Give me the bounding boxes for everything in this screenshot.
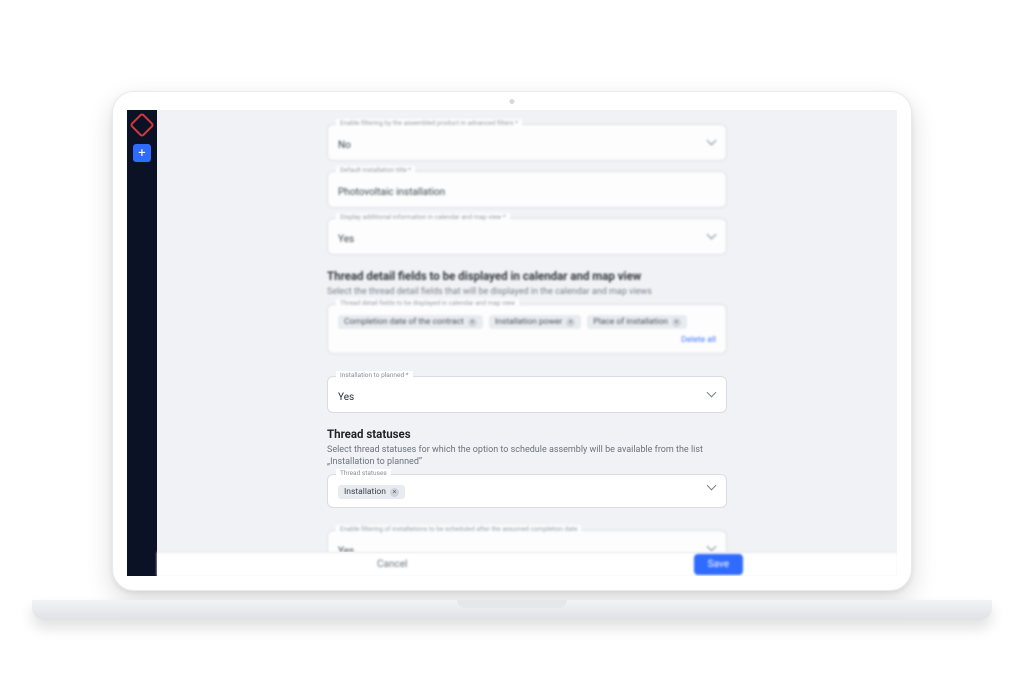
section-desc-detail-fields: Select the thread detail fields that wil… bbox=[327, 286, 727, 298]
main-content: Enable filtering by the assembled produc… bbox=[157, 110, 897, 576]
input-default-installation-title[interactable]: Default installation title * Photovoltai… bbox=[327, 171, 727, 208]
multiselect-thread-statuses[interactable]: Thread statuses Installation× bbox=[327, 474, 727, 508]
chip-label: Installation power bbox=[495, 317, 562, 327]
chip[interactable]: Installation × bbox=[338, 485, 405, 499]
field-label: Enable filtering of installations to be … bbox=[336, 525, 581, 533]
field-label: Thread detail fields to be displayed in … bbox=[336, 299, 519, 307]
field-value: No bbox=[338, 140, 351, 151]
select-display-additional-info[interactable]: Display additional information in calend… bbox=[327, 218, 727, 255]
sidebar: + bbox=[127, 110, 157, 576]
chevron-down-icon bbox=[708, 139, 716, 147]
form-footer: Cancel Save bbox=[157, 552, 897, 576]
laptop-base bbox=[32, 600, 992, 620]
chip[interactable]: Installation power × bbox=[489, 315, 581, 329]
select-enable-filtering-assembled[interactable]: Enable filtering by the assembled produc… bbox=[327, 124, 727, 161]
cancel-button[interactable]: Cancel bbox=[377, 559, 407, 570]
save-button[interactable]: Save bbox=[694, 554, 743, 575]
chevron-down-icon bbox=[708, 484, 716, 492]
add-button[interactable]: + bbox=[133, 144, 151, 162]
field-label: Thread statuses bbox=[336, 469, 391, 477]
field-label: Enable filtering by the assembled produc… bbox=[336, 119, 522, 127]
app-screen: + Enable filtering by the assembled prod… bbox=[127, 110, 897, 576]
chip[interactable]: Completion date of the contract × bbox=[338, 315, 483, 329]
chip-remove-icon[interactable]: × bbox=[390, 488, 399, 497]
select-enable-filter-after-date[interactable]: Enable filtering of installations to be … bbox=[327, 530, 727, 552]
section-desc-thread-statuses: Select thread statuses for which the opt… bbox=[327, 444, 727, 468]
camera-dot bbox=[510, 99, 515, 104]
chip-remove-icon[interactable]: × bbox=[566, 318, 575, 327]
settings-form: Enable filtering by the assembled produc… bbox=[157, 110, 897, 552]
chevron-down-icon bbox=[708, 391, 716, 399]
multiselect-thread-detail-fields[interactable]: Thread detail fields to be displayed in … bbox=[327, 304, 727, 354]
section-heading-detail-fields: Thread detail fields to be displayed in … bbox=[327, 269, 727, 283]
laptop-frame: + Enable filtering by the assembled prod… bbox=[112, 91, 912, 591]
chevron-down-icon bbox=[708, 233, 716, 241]
field-value: Yes bbox=[338, 234, 354, 245]
chevron-down-icon bbox=[708, 545, 716, 552]
chip-label: Installation bbox=[344, 487, 386, 497]
select-installation-to-planned[interactable]: Installation to planned * Yes bbox=[327, 376, 727, 413]
chip[interactable]: Place of installation × bbox=[587, 315, 687, 329]
chip-label: Place of installation bbox=[593, 317, 668, 327]
chip-label: Completion date of the contract bbox=[344, 317, 464, 327]
delete-all-link[interactable]: Delete all bbox=[681, 335, 716, 345]
section-heading-thread-statuses: Thread statuses bbox=[327, 427, 727, 441]
field-label: Default installation title * bbox=[336, 166, 415, 174]
field-value: Photovoltaic installation bbox=[338, 187, 445, 198]
field-label: Installation to planned * bbox=[336, 371, 413, 379]
chip-remove-icon[interactable]: × bbox=[672, 318, 681, 327]
field-label: Display additional information in calend… bbox=[336, 213, 510, 221]
app-logo-icon bbox=[129, 112, 154, 137]
field-value: Yes bbox=[338, 392, 354, 403]
chip-remove-icon[interactable]: × bbox=[468, 318, 477, 327]
